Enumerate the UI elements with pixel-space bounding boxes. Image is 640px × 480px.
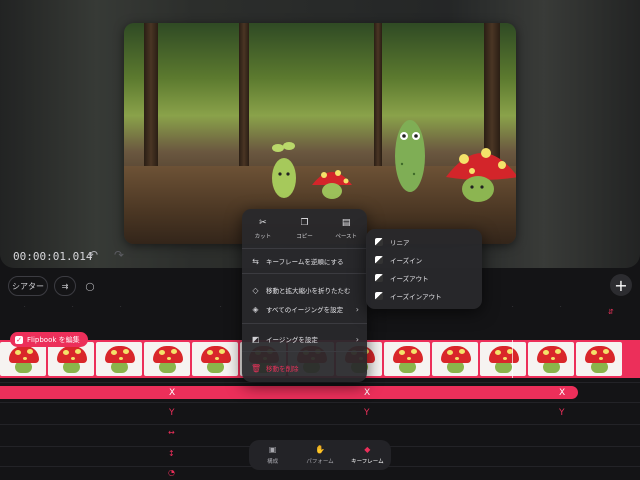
keyframe-x[interactable]: X bbox=[364, 388, 370, 398]
ease-in-out-icon bbox=[375, 292, 383, 300]
mushroom-thumbnail bbox=[201, 346, 231, 363]
easing-ease-in-out-item[interactable]: イーズインアウト bbox=[366, 287, 482, 305]
mushroom-thumbnail bbox=[57, 346, 87, 363]
paste-label: ペースト bbox=[335, 233, 358, 240]
tree-trunk bbox=[239, 23, 249, 173]
flipbook-frame[interactable] bbox=[432, 342, 478, 376]
split-icon[interactable]: ⇉ bbox=[54, 276, 76, 296]
app-root: 00:00:01.014 ↶ ↷ シアター ⇉ ◯ + ··· ···· ⇵ ✓… bbox=[0, 0, 640, 480]
mushroom-small-character[interactable] bbox=[308, 163, 356, 203]
flipbook-frame[interactable] bbox=[384, 342, 430, 376]
flipbook-label: Flipbook を編集 bbox=[27, 335, 80, 344]
playhead-line bbox=[512, 340, 513, 378]
tree-trunk bbox=[374, 23, 382, 173]
edit-flipbook-button[interactable]: ✓ Flipbook を編集 bbox=[10, 332, 88, 347]
set-easing-item[interactable]: ◩ イージングを設定 › bbox=[242, 330, 367, 348]
chevron-right-icon: › bbox=[355, 334, 359, 344]
scissors-icon: ✂ bbox=[259, 217, 267, 228]
context-menu: ✂ カット ❐ コピー ▤ ペースト ⇆ キーフレームを逆順にする ◇ 移動と拡大縮小を折… bbox=[242, 209, 367, 382]
delete-motion-item[interactable]: 🗑 移動を削除 bbox=[242, 359, 367, 377]
mushroom-thumbnail bbox=[153, 346, 183, 363]
tab-compose[interactable]: ▣ 構成 bbox=[249, 440, 296, 470]
easing-linear-item[interactable]: リニア bbox=[366, 233, 482, 251]
keyframe-y[interactable]: Y bbox=[559, 408, 565, 418]
theater-label: シアター bbox=[12, 281, 44, 291]
flipbook-frame[interactable] bbox=[192, 342, 238, 376]
trash-icon: 🗑 bbox=[251, 363, 262, 373]
paste-button[interactable]: ▤ ペースト bbox=[325, 209, 367, 248]
flipbook-frame[interactable] bbox=[576, 342, 622, 376]
mushroom-thumbnail bbox=[9, 346, 39, 363]
copy-button[interactable]: ❐ コピー bbox=[284, 209, 326, 248]
mushroom-thumbnail bbox=[537, 346, 567, 363]
keyframe-y[interactable]: Y bbox=[169, 408, 175, 418]
flipbook-frame[interactable] bbox=[480, 342, 526, 376]
mushroom-thumbnail bbox=[489, 346, 519, 363]
plus-icon: + bbox=[614, 275, 628, 295]
easing-all-icon: ◈ bbox=[252, 304, 259, 314]
undo-icon[interactable]: ↶ bbox=[88, 248, 98, 262]
pickle-character[interactable] bbox=[390, 116, 430, 198]
hand-icon: ✋ bbox=[315, 445, 325, 454]
keyframe-x[interactable]: X bbox=[169, 388, 175, 398]
playhead-marker-icon[interactable]: ⇵ bbox=[608, 308, 614, 316]
theater-button[interactable]: シアター bbox=[8, 276, 48, 296]
flipbook-frame[interactable] bbox=[0, 342, 46, 376]
mushroom-thumbnail bbox=[105, 346, 135, 363]
easing-submenu: リニア イーズイン イーズアウト イーズインアウト bbox=[366, 229, 482, 309]
flipbook-frame[interactable] bbox=[96, 342, 142, 376]
mushroom-thumbnail bbox=[585, 346, 615, 363]
scale-horizontal-icon[interactable]: ↔ bbox=[168, 428, 175, 437]
flipbook-frame[interactable] bbox=[528, 342, 574, 376]
easing-ease-in-item[interactable]: イーズイン bbox=[366, 251, 482, 269]
sprout-character[interactable] bbox=[264, 138, 304, 200]
comment-bubble-icon[interactable]: ◯ bbox=[80, 276, 100, 296]
keyframe-y[interactable]: Y bbox=[364, 408, 370, 418]
reverse-keyframes-item[interactable]: ⇆ キーフレームを逆順にする bbox=[242, 252, 367, 270]
copy-label: コピー bbox=[296, 233, 313, 240]
compose-icon: ▣ bbox=[268, 445, 277, 454]
flipbook-frame[interactable] bbox=[144, 342, 190, 376]
scale-vertical-icon[interactable]: ↕ bbox=[168, 449, 175, 458]
copy-icon: ❐ bbox=[300, 217, 309, 228]
easing-ease-out-item[interactable]: イーズアウト bbox=[366, 269, 482, 287]
linear-easing-icon bbox=[375, 238, 383, 246]
keyframe-icon: ◆ bbox=[364, 445, 371, 454]
mushroom-large-character[interactable] bbox=[442, 141, 516, 205]
keyframe-range-bar[interactable] bbox=[0, 386, 578, 399]
ease-out-icon bbox=[375, 274, 383, 282]
flipbook-frame[interactable] bbox=[48, 342, 94, 376]
collapse-transform-item[interactable]: ◇ 移動と拡大縮小を折りたたむ bbox=[242, 281, 367, 299]
add-button[interactable]: + bbox=[610, 274, 632, 296]
keyframe-x[interactable]: X bbox=[559, 388, 565, 398]
reverse-icon: ⇆ bbox=[252, 256, 259, 266]
easing-icon: ◩ bbox=[251, 334, 260, 344]
mushroom-thumbnail bbox=[393, 346, 423, 363]
collapse-icon: ◇ bbox=[252, 285, 259, 295]
ease-in-icon bbox=[375, 256, 383, 264]
tab-keyframe[interactable]: ◆ キーフレーム bbox=[344, 440, 391, 470]
paste-icon: ▤ bbox=[341, 217, 351, 228]
mode-switcher: ▣ 構成 ✋ パフォーム ◆ キーフレーム bbox=[249, 440, 391, 470]
redo-icon[interactable]: ↷ bbox=[114, 248, 124, 262]
rotation-icon[interactable]: ◔ bbox=[168, 468, 175, 477]
checkbox-icon: ✓ bbox=[15, 335, 23, 344]
tree-trunk bbox=[144, 23, 158, 173]
tab-perform[interactable]: ✋ パフォーム bbox=[296, 440, 343, 470]
chevron-right-icon: › bbox=[355, 304, 359, 314]
timecode-display: 00:00:01.014 bbox=[13, 250, 93, 263]
mushroom-thumbnail bbox=[441, 346, 471, 363]
set-all-easing-item[interactable]: ◈ すべてのイージングを設定 › bbox=[242, 300, 367, 318]
cut-label: カット bbox=[254, 233, 272, 240]
cut-button[interactable]: ✂ カット bbox=[242, 209, 284, 248]
